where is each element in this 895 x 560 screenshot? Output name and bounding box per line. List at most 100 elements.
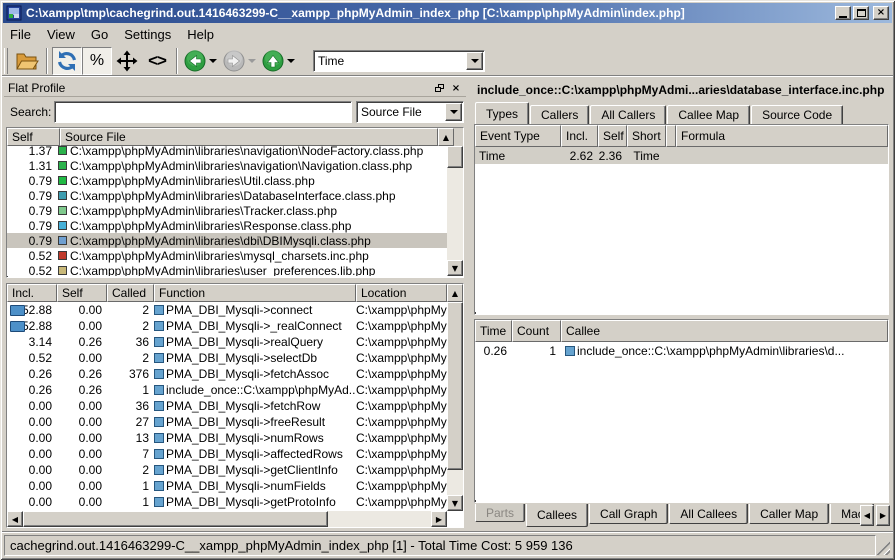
- dock-float-button[interactable]: [432, 82, 446, 95]
- table-row[interactable]: 3.14 0.26 36 PMA_DBI_Mysqli->realQuery C…: [7, 334, 447, 350]
- table-row[interactable]: 0.52 0.00 2 PMA_DBI_Mysqli->selectDb C:\…: [7, 350, 447, 366]
- table-row[interactable]: 52.88 0.00 2 PMA_DBI_Mysqli->connect C:\…: [7, 302, 447, 318]
- maximize-icon: [857, 9, 866, 17]
- callees-body: 0.26 1 include_once::C:\xampp\phpMyAdmin…: [475, 342, 888, 500]
- table-row[interactable]: 0.00 0.00 36 PMA_DBI_Mysqli->fetchRow C:…: [7, 398, 447, 414]
- scrollbar-track[interactable]: [328, 511, 431, 527]
- maximize-button[interactable]: [853, 6, 869, 20]
- column-header-incl[interactable]: Incl.: [561, 125, 598, 147]
- column-header-function[interactable]: Function: [154, 284, 356, 302]
- vertical-scrollbar[interactable]: ▼: [447, 302, 463, 511]
- toolbar-handle[interactable]: [4, 48, 9, 74]
- tab-scroll-left-button[interactable]: ◀: [860, 505, 874, 526]
- table-row[interactable]: 0.26 0.26 376 PMA_DBI_Mysqli->fetchAssoc…: [7, 366, 447, 382]
- tab-callers[interactable]: Callers: [530, 105, 589, 124]
- table-row[interactable]: 0.26 0.26 1 include_once::C:\xampp\phpMy…: [7, 382, 447, 398]
- table-row[interactable]: 0.00 0.00 1 PMA_DBI_Mysqli->numFields C:…: [7, 478, 447, 494]
- table-row[interactable]: 0.26 1 include_once::C:\xampp\phpMyAdmin…: [475, 342, 888, 359]
- table-row[interactable]: 1.37 C:\xampp\phpMyAdmin\libraries\navig…: [7, 146, 447, 158]
- menu-settings[interactable]: Settings: [116, 25, 179, 44]
- column-header-incl[interactable]: Incl.: [7, 284, 57, 302]
- column-header-formula[interactable]: Formula: [676, 125, 888, 147]
- scrollbar-thumb[interactable]: [447, 302, 463, 470]
- group-by-combobox[interactable]: Source File: [356, 101, 464, 123]
- tab-call-graph[interactable]: Call Graph: [589, 504, 668, 524]
- self-cost: 0.79: [7, 219, 57, 233]
- tab-scroll-right-button[interactable]: ▶: [876, 505, 890, 526]
- scrollbar-thumb[interactable]: [447, 146, 463, 168]
- table-row[interactable]: 52.88 0.00 2 PMA_DBI_Mysqli->_realConnec…: [7, 318, 447, 334]
- column-header-self[interactable]: Self: [598, 125, 627, 147]
- table-row[interactable]: 0.00 0.00 27 PMA_DBI_Mysqli->freeResult …: [7, 414, 447, 430]
- dump-toggle-button[interactable]: <>: [142, 47, 172, 75]
- column-header-self[interactable]: Self: [7, 128, 60, 146]
- scroll-left-button[interactable]: ◀: [7, 511, 23, 527]
- minimize-button[interactable]: [835, 6, 851, 20]
- back-dropdown-icon[interactable]: [209, 59, 217, 63]
- title-bar[interactable]: C:\xampp\tmp\cachegrind.out.1416463299-C…: [3, 3, 892, 23]
- column-header-time[interactable]: Time: [475, 320, 512, 342]
- column-header-called[interactable]: Called: [107, 284, 154, 302]
- scroll-right-button[interactable]: ▶: [431, 511, 447, 527]
- table-row[interactable]: 0.00 0.00 13 PMA_DBI_Mysqli->numRows C:\…: [7, 430, 447, 446]
- tab-callee-map[interactable]: Callee Map: [667, 105, 750, 124]
- combobox-dropdown-button[interactable]: [445, 103, 462, 121]
- table-row[interactable]: 0.79 C:\xampp\phpMyAdmin\libraries\Respo…: [7, 218, 447, 233]
- open-file-button[interactable]: [12, 47, 42, 75]
- dock-title-bar[interactable]: Flat Profile ×: [4, 80, 466, 97]
- vertical-scrollbar[interactable]: ▼: [447, 146, 463, 276]
- table-row[interactable]: 0.00 0.00 1 PMA_DBI_Mysqli->getProtoInfo…: [7, 494, 447, 510]
- forward-button[interactable]: [221, 48, 247, 74]
- close-button[interactable]: ×: [873, 6, 889, 20]
- scroll-up-button[interactable]: ▲: [438, 128, 454, 146]
- table-row[interactable]: 0.52 C:\xampp\phpMyAdmin\libraries\user_…: [7, 263, 447, 276]
- table-row-selected[interactable]: Time 2.62 2.36 Time: [475, 147, 888, 164]
- function-icon: [154, 305, 164, 315]
- function-name: PMA_DBI_Mysqli->selectDb: [166, 351, 317, 365]
- back-button[interactable]: [182, 48, 208, 74]
- percentage-button[interactable]: %: [82, 47, 112, 75]
- up-button[interactable]: [260, 48, 286, 74]
- column-header-count[interactable]: Count: [512, 320, 561, 342]
- table-row[interactable]: 0.00 0.00 2 PMA_DBI_Mysqli->getClientInf…: [7, 462, 447, 478]
- menu-view[interactable]: View: [39, 25, 83, 44]
- column-header-short[interactable]: Short: [627, 125, 666, 147]
- up-dropdown-icon[interactable]: [287, 59, 295, 63]
- table-row[interactable]: 0.79 C:\xampp\phpMyAdmin\libraries\Track…: [7, 203, 447, 218]
- table-row[interactable]: 0.52 C:\xampp\phpMyAdmin\libraries\mysql…: [7, 248, 447, 263]
- expand-areas-button[interactable]: [112, 47, 142, 75]
- combobox-dropdown-button[interactable]: [466, 52, 483, 70]
- tab-callees[interactable]: Callees: [526, 504, 588, 527]
- tab-caller-map[interactable]: Caller Map: [749, 504, 829, 524]
- scroll-down-button[interactable]: ▼: [447, 260, 463, 276]
- tab-all-callees[interactable]: All Callees: [669, 504, 748, 524]
- dock-close-button[interactable]: ×: [449, 82, 463, 95]
- menu-file[interactable]: File: [2, 25, 39, 44]
- tab-all-callers[interactable]: All Callers: [590, 105, 666, 124]
- column-header-source-file[interactable]: Source File: [60, 128, 438, 146]
- table-row[interactable]: 0.00 0.00 7 PMA_DBI_Mysqli->affectedRows…: [7, 446, 447, 462]
- search-input[interactable]: [54, 101, 352, 123]
- column-header-callee[interactable]: Callee: [561, 320, 888, 342]
- menu-go[interactable]: Go: [83, 25, 116, 44]
- relative-cost-button[interactable]: [52, 47, 82, 75]
- column-header-location[interactable]: Location: [356, 284, 447, 302]
- horizontal-scrollbar[interactable]: ◀ ▶: [7, 511, 447, 527]
- event-type-combobox[interactable]: Time: [313, 50, 485, 72]
- resize-grip-icon[interactable]: [876, 541, 890, 555]
- angle-brackets-icon: <>: [148, 51, 166, 71]
- cost-color-swatch: [58, 236, 67, 245]
- table-row[interactable]: 0.79 C:\xampp\phpMyAdmin\libraries\Util.…: [7, 173, 447, 188]
- tab-source-code[interactable]: Source Code: [751, 105, 843, 124]
- table-row[interactable]: 0.79 C:\xampp\phpMyAdmin\libraries\Datab…: [7, 188, 447, 203]
- scroll-up-button[interactable]: ▲: [447, 284, 463, 302]
- column-header-event-type[interactable]: Event Type: [475, 125, 561, 147]
- table-row-selected[interactable]: 0.79 C:\xampp\phpMyAdmin\libraries\dbi\D…: [7, 233, 447, 248]
- table-row[interactable]: 1.31 C:\xampp\phpMyAdmin\libraries\navig…: [7, 158, 447, 173]
- location: C:\xampp\phpMy...: [356, 367, 447, 381]
- scrollbar-thumb[interactable]: [23, 511, 328, 527]
- column-header-self[interactable]: Self: [57, 284, 107, 302]
- scroll-down-button[interactable]: ▼: [447, 495, 463, 511]
- menu-help[interactable]: Help: [179, 25, 222, 44]
- tab-types[interactable]: Types: [475, 102, 529, 124]
